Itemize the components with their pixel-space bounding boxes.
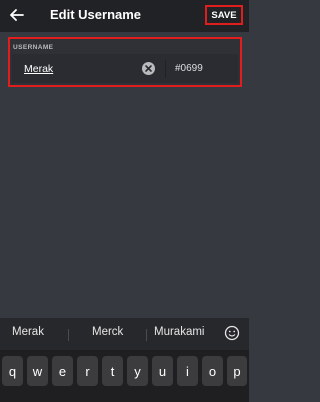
clear-icon[interactable] [142,62,155,75]
key-q[interactable]: q [2,356,23,386]
discriminator-field[interactable]: #0699 [175,63,203,74]
key-y[interactable]: y [127,356,148,386]
suggestion-item[interactable]: Murakami [154,326,204,338]
back-arrow-icon[interactable] [10,8,24,22]
suggestion-divider [68,329,69,341]
emoji-icon[interactable] [224,325,240,341]
key-p[interactable]: p [227,356,247,386]
key-u[interactable]: u [152,356,173,386]
save-button[interactable]: SAVE [205,5,243,25]
key-e[interactable]: e [52,356,73,386]
username-input[interactable]: Merak [24,63,53,75]
key-o[interactable]: o [202,356,223,386]
on-screen-keyboard: q w e r t y u i o p [0,350,249,402]
app-header: Edit Username SAVE [0,0,249,32]
row-divider [165,60,166,78]
username-section: USERNAME Merak #0699 [8,37,242,87]
suggestion-item[interactable]: Merak [12,326,44,338]
page-title: Edit Username [50,7,142,22]
username-label: USERNAME [13,44,54,51]
suggestion-divider [146,329,147,341]
suggestion-item[interactable]: Merck [92,326,123,338]
key-w[interactable]: w [27,356,48,386]
key-i[interactable]: i [177,356,198,386]
username-row: Merak #0699 [12,54,238,83]
key-r[interactable]: r [77,356,98,386]
key-t[interactable]: t [102,356,123,386]
keyboard-suggestion-bar: Merak Merck Murakami [0,318,249,350]
